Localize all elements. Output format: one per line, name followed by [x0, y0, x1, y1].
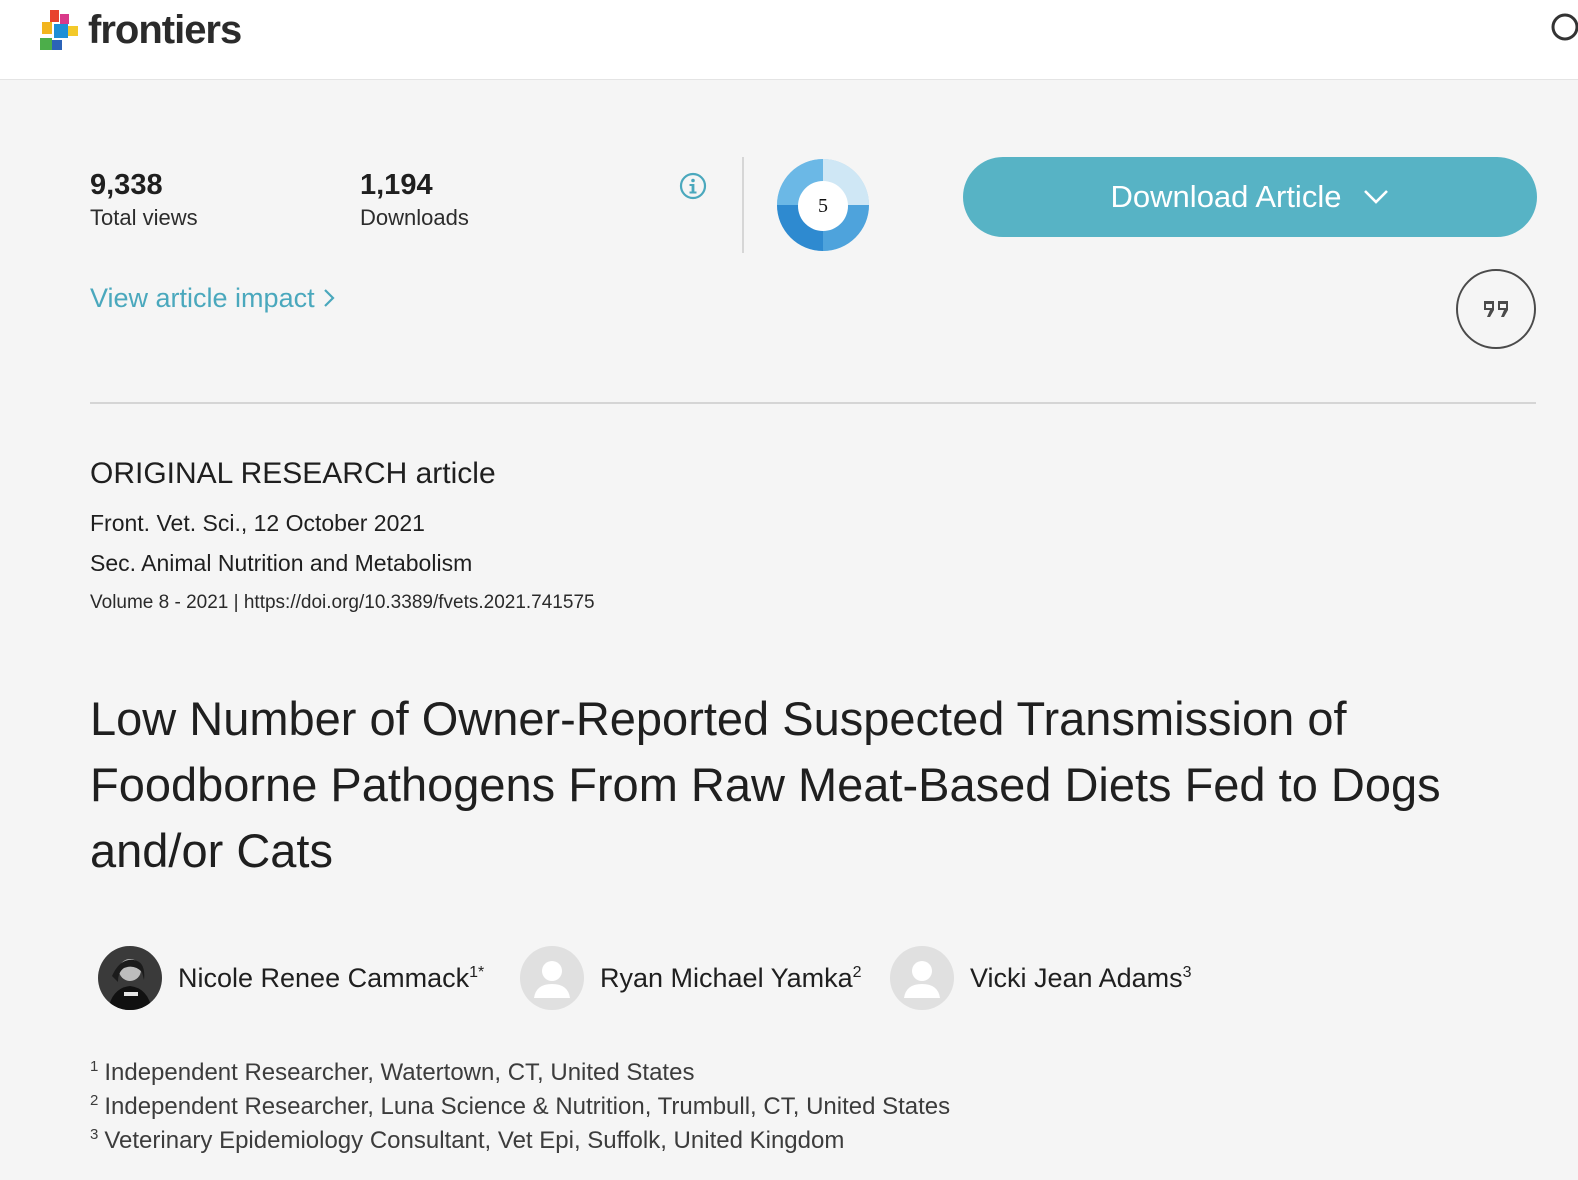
- author-item[interactable]: Nicole Renee Cammack1*: [98, 946, 484, 1010]
- info-icon[interactable]: [679, 172, 707, 200]
- journal-section[interactable]: Sec. Animal Nutrition and Metabolism: [90, 548, 472, 578]
- author-name: Vicki Jean Adams3: [970, 963, 1192, 993]
- affiliation-item: 2 Independent Researcher, Luna Science & …: [90, 1092, 951, 1120]
- cite-button[interactable]: [1456, 269, 1536, 349]
- article-title: Low Number of Owner-Reported Suspected T…: [90, 692, 1441, 877]
- article-type: ORIGINAL RESEARCH article: [90, 457, 496, 490]
- search-icon[interactable]: [1545, 12, 1578, 46]
- avatar: [890, 946, 954, 1010]
- affiliation-item: 1 Independent Researcher, Watertown, CT, …: [90, 1058, 695, 1086]
- author-item[interactable]: Ryan Michael Yamka2: [520, 946, 862, 1010]
- author-name: Ryan Michael Yamka2: [600, 963, 862, 993]
- download-article-button[interactable]: Download Article: [963, 157, 1537, 237]
- avatar: [98, 946, 162, 1010]
- top-bar: frontiers: [0, 0, 1578, 80]
- view-article-impact-label: View article impact: [90, 283, 315, 313]
- total-views-value: 9,338: [90, 169, 163, 201]
- section-divider: [90, 402, 1536, 404]
- volume-doi-line[interactable]: Volume 8 - 2021 | https://doi.org/10.338…: [90, 591, 595, 615]
- brand-wordmark[interactable]: frontiers: [88, 8, 242, 52]
- author-name: Nicole Renee Cammack1*: [178, 963, 485, 993]
- downloads-label: Downloads: [360, 205, 469, 230]
- author-item[interactable]: Vicki Jean Adams3: [890, 946, 1192, 1010]
- view-article-impact-link[interactable]: View article impact: [90, 281, 335, 315]
- quote-icon: [1484, 301, 1508, 317]
- download-article-label: Download Article: [1110, 179, 1342, 214]
- journal-date[interactable]: Front. Vet. Sci., 12 October 2021: [90, 508, 425, 538]
- total-views-label: Total views: [90, 205, 198, 230]
- metrics-divider: [742, 157, 744, 253]
- downloads-metric: 1,194 Downloads: [360, 168, 469, 232]
- chevron-right-icon: [323, 289, 335, 307]
- downloads-value: 1,194: [360, 169, 433, 201]
- chevron-down-icon: [1364, 190, 1389, 204]
- frontiers-logo-icon[interactable]: [38, 8, 80, 54]
- altmetric-score: 5: [798, 181, 848, 231]
- affiliation-item: 3 Veterinary Epidemiology Consultant, Vet…: [90, 1126, 845, 1154]
- total-views-metric: 9,338 Total views: [90, 168, 198, 232]
- avatar: [520, 946, 584, 1010]
